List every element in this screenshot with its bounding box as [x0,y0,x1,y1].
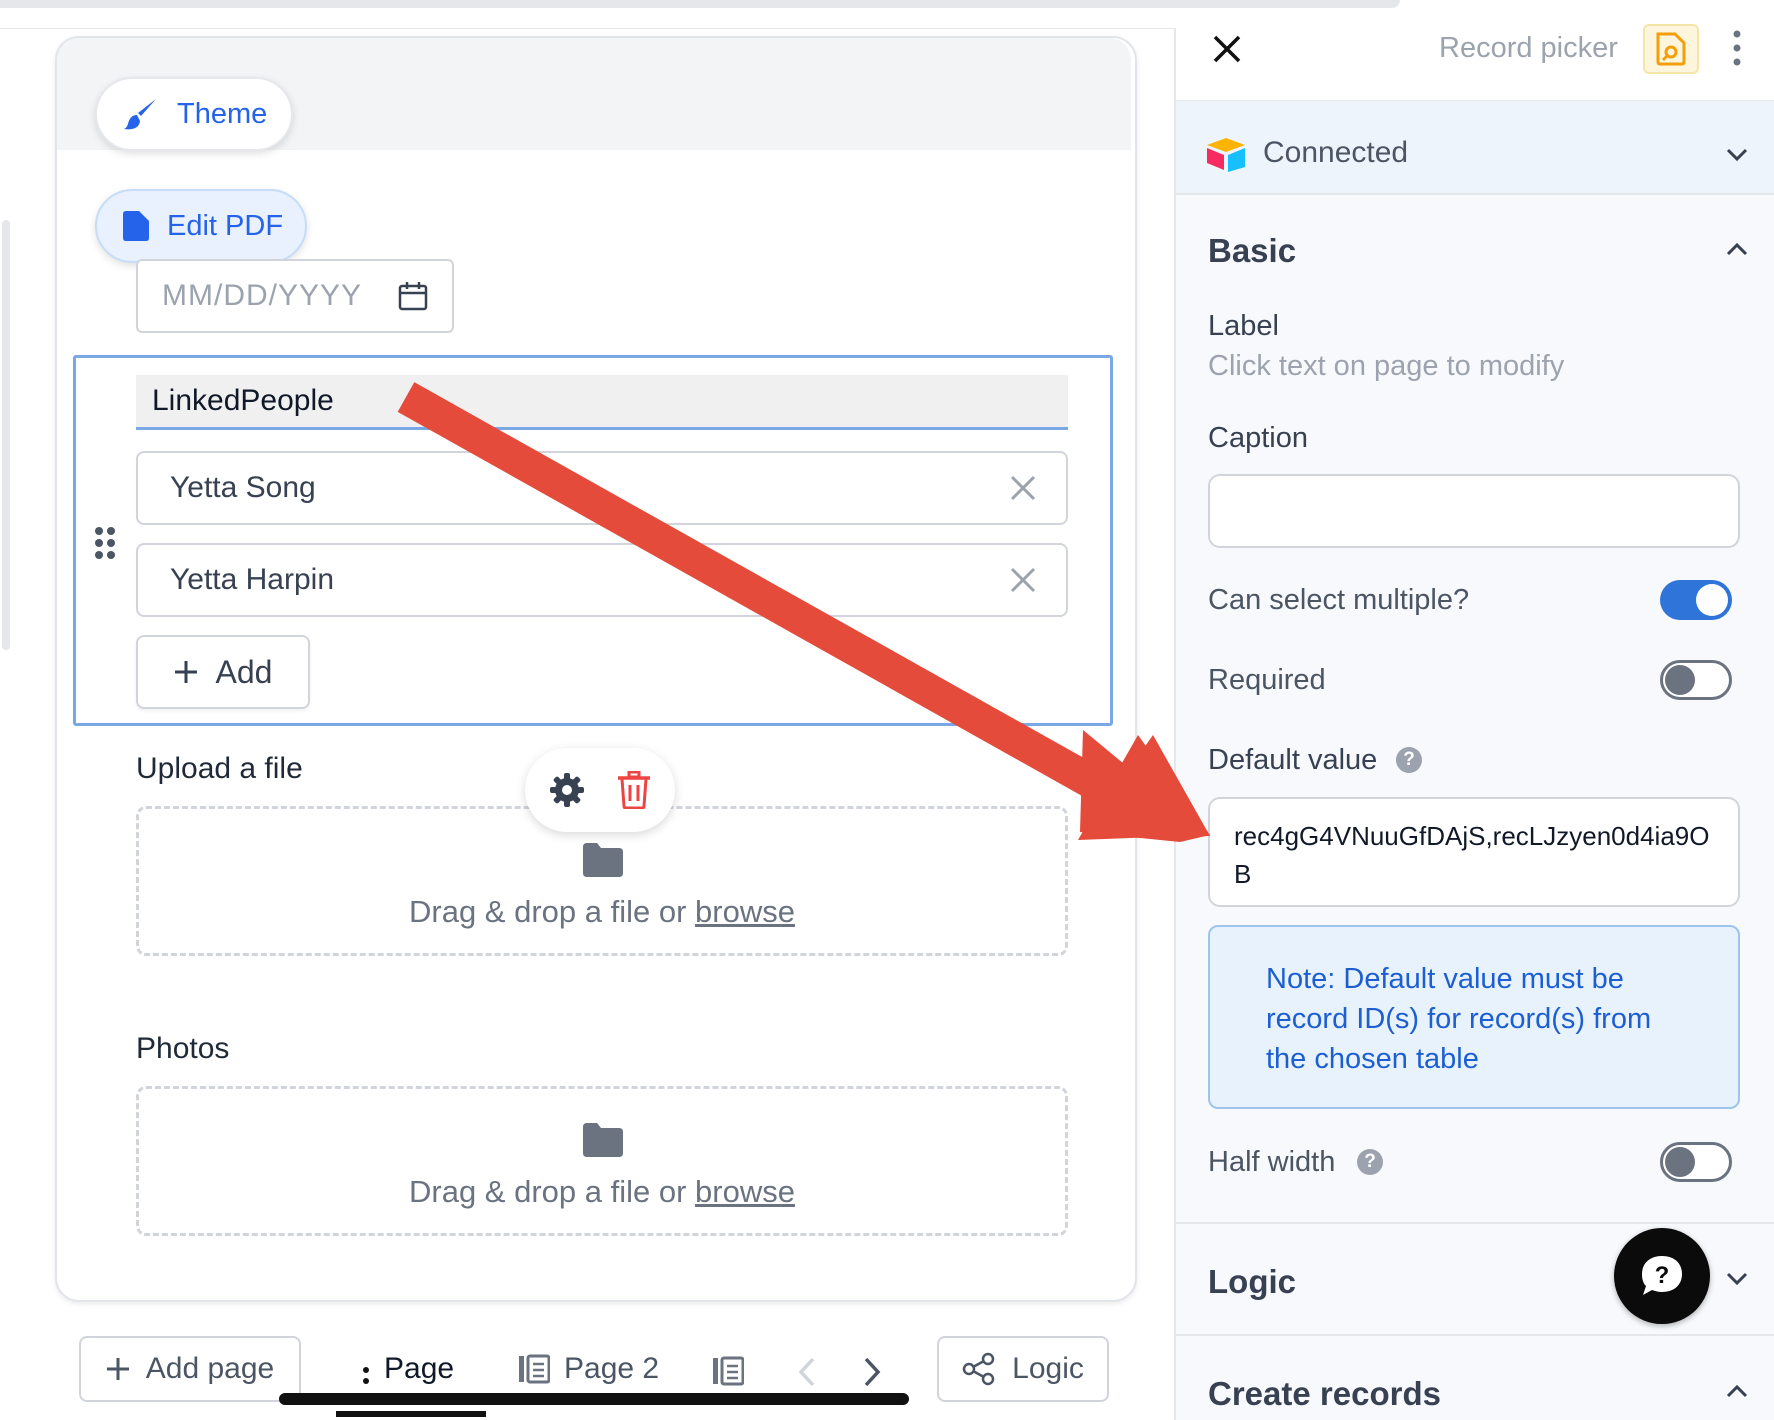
connection-status: Connected [1263,136,1409,169]
upload-field-label[interactable]: Upload a file [136,752,303,786]
upload-drop-text: Drag & drop a file or browse [139,894,1065,930]
page-tab-label: Page [384,1352,455,1385]
edit-pdf-label: Edit PDF [167,209,284,242]
date-placeholder: MM/DD/YYYY [162,279,363,312]
chevron-right-icon[interactable] [862,1356,882,1388]
photos-drop-text: Drag & drop a file or browse [139,1174,1065,1210]
logic-label: Logic [1012,1352,1084,1385]
default-value-input[interactable]: rec4gG4VNuuGfDAjS,recLJzyen0d4ia9OB [1208,797,1740,907]
linked-record-name: Yetta Harpin [170,563,335,596]
basic-section-title[interactable]: Basic [1208,232,1296,270]
create-records-section-title[interactable]: Create records [1208,1375,1441,1413]
help-icon[interactable]: ? [1396,747,1422,773]
linked-people-label[interactable]: LinkedPeople [136,375,1068,430]
default-value-note: Note: Default value must be record ID(s)… [1208,925,1740,1109]
active-page-indicator [336,1411,486,1417]
gear-icon[interactable] [549,772,585,808]
photos-field-label[interactable]: Photos [136,1032,229,1066]
tab-page-1[interactable]: Page [362,1352,454,1386]
remove-record-icon[interactable] [1008,565,1038,595]
label-field-hint: Click text on page to modify [1208,350,1565,382]
canvas-scrollbar[interactable] [2,220,10,650]
edit-pdf-button[interactable]: Edit PDF [95,189,307,263]
half-width-toggle[interactable] [1660,1142,1732,1182]
question-bubble-icon: ? [1642,1256,1682,1295]
plus-icon [174,661,197,683]
record-picker-icon [1656,32,1686,66]
trash-icon[interactable] [617,771,651,809]
logic-button[interactable]: Logic [937,1336,1109,1402]
photos-dropzone[interactable]: Drag & drop a file or browse [136,1086,1068,1236]
calendar-icon[interactable] [398,281,428,311]
airtable-icon [1207,138,1245,172]
can-select-multiple-toggle[interactable] [1660,580,1732,620]
page-icon[interactable] [712,1356,744,1386]
chevron-down-icon[interactable] [1726,1272,1748,1286]
section-divider [1176,1334,1774,1336]
page-tab-label: Page 2 [564,1352,660,1385]
linked-record-row[interactable]: Yetta Harpin [136,543,1068,617]
folder-icon [583,843,623,877]
linked-record-name: Yetta Song [170,471,316,504]
more-vertical-icon[interactable] [362,1354,370,1384]
field-toolbar [525,748,675,832]
default-value-label: Default value [1208,744,1378,776]
can-select-multiple-label: Can select multiple? [1208,584,1470,616]
folder-icon [583,1123,623,1157]
section-divider [1176,1222,1774,1224]
caption-input[interactable] [1208,474,1740,548]
svg-text:?: ? [1655,1262,1670,1289]
date-input[interactable]: MM/DD/YYYY [136,259,454,333]
caption-field-title: Caption [1208,422,1308,454]
home-indicator [279,1393,909,1405]
chevron-up-icon[interactable] [1726,1384,1748,1398]
document-icon [123,211,149,241]
add-record-label: Add [215,653,273,690]
chevron-up-icon[interactable] [1726,242,1748,256]
browse-link[interactable]: browse [695,894,795,929]
help-icon[interactable]: ? [1357,1149,1383,1175]
add-record-button[interactable]: Add [136,635,310,709]
remove-record-icon[interactable] [1008,473,1038,503]
share-nodes-icon [962,1352,995,1386]
browse-link[interactable]: browse [695,1174,795,1209]
drop-instruction: Drag & drop a file or [409,894,687,929]
drop-instruction: Drag & drop a file or [409,1174,687,1209]
required-label: Required [1208,664,1326,696]
add-page-button[interactable]: Add page [79,1336,301,1402]
help-chat-button[interactable]: ? [1614,1228,1710,1324]
theme-label: Theme [177,97,268,130]
page-icon [519,1354,550,1384]
close-icon[interactable] [1212,34,1242,64]
required-toggle[interactable] [1660,660,1732,700]
record-picker-badge [1643,24,1699,74]
theme-button[interactable]: Theme [95,77,293,151]
tab-page-2[interactable]: Page 2 [518,1352,659,1386]
panel-title: Record picker [1439,32,1618,64]
linked-record-row[interactable]: Yetta Song [136,451,1068,525]
more-vertical-icon[interactable] [1732,30,1742,66]
paintbrush-icon [124,99,156,130]
chevron-down-icon[interactable] [1726,148,1748,162]
drag-handle-icon[interactable] [93,525,117,561]
plus-icon [106,1358,129,1380]
add-page-label: Add page [145,1352,275,1385]
logic-section-title[interactable]: Logic [1208,1263,1296,1301]
linked-people-label-text: LinkedPeople [152,384,334,417]
label-field-title: Label [1208,310,1279,342]
half-width-label: Half width [1208,1146,1336,1178]
chevron-left-icon[interactable] [797,1356,817,1388]
address-bar-edge [0,0,1400,8]
